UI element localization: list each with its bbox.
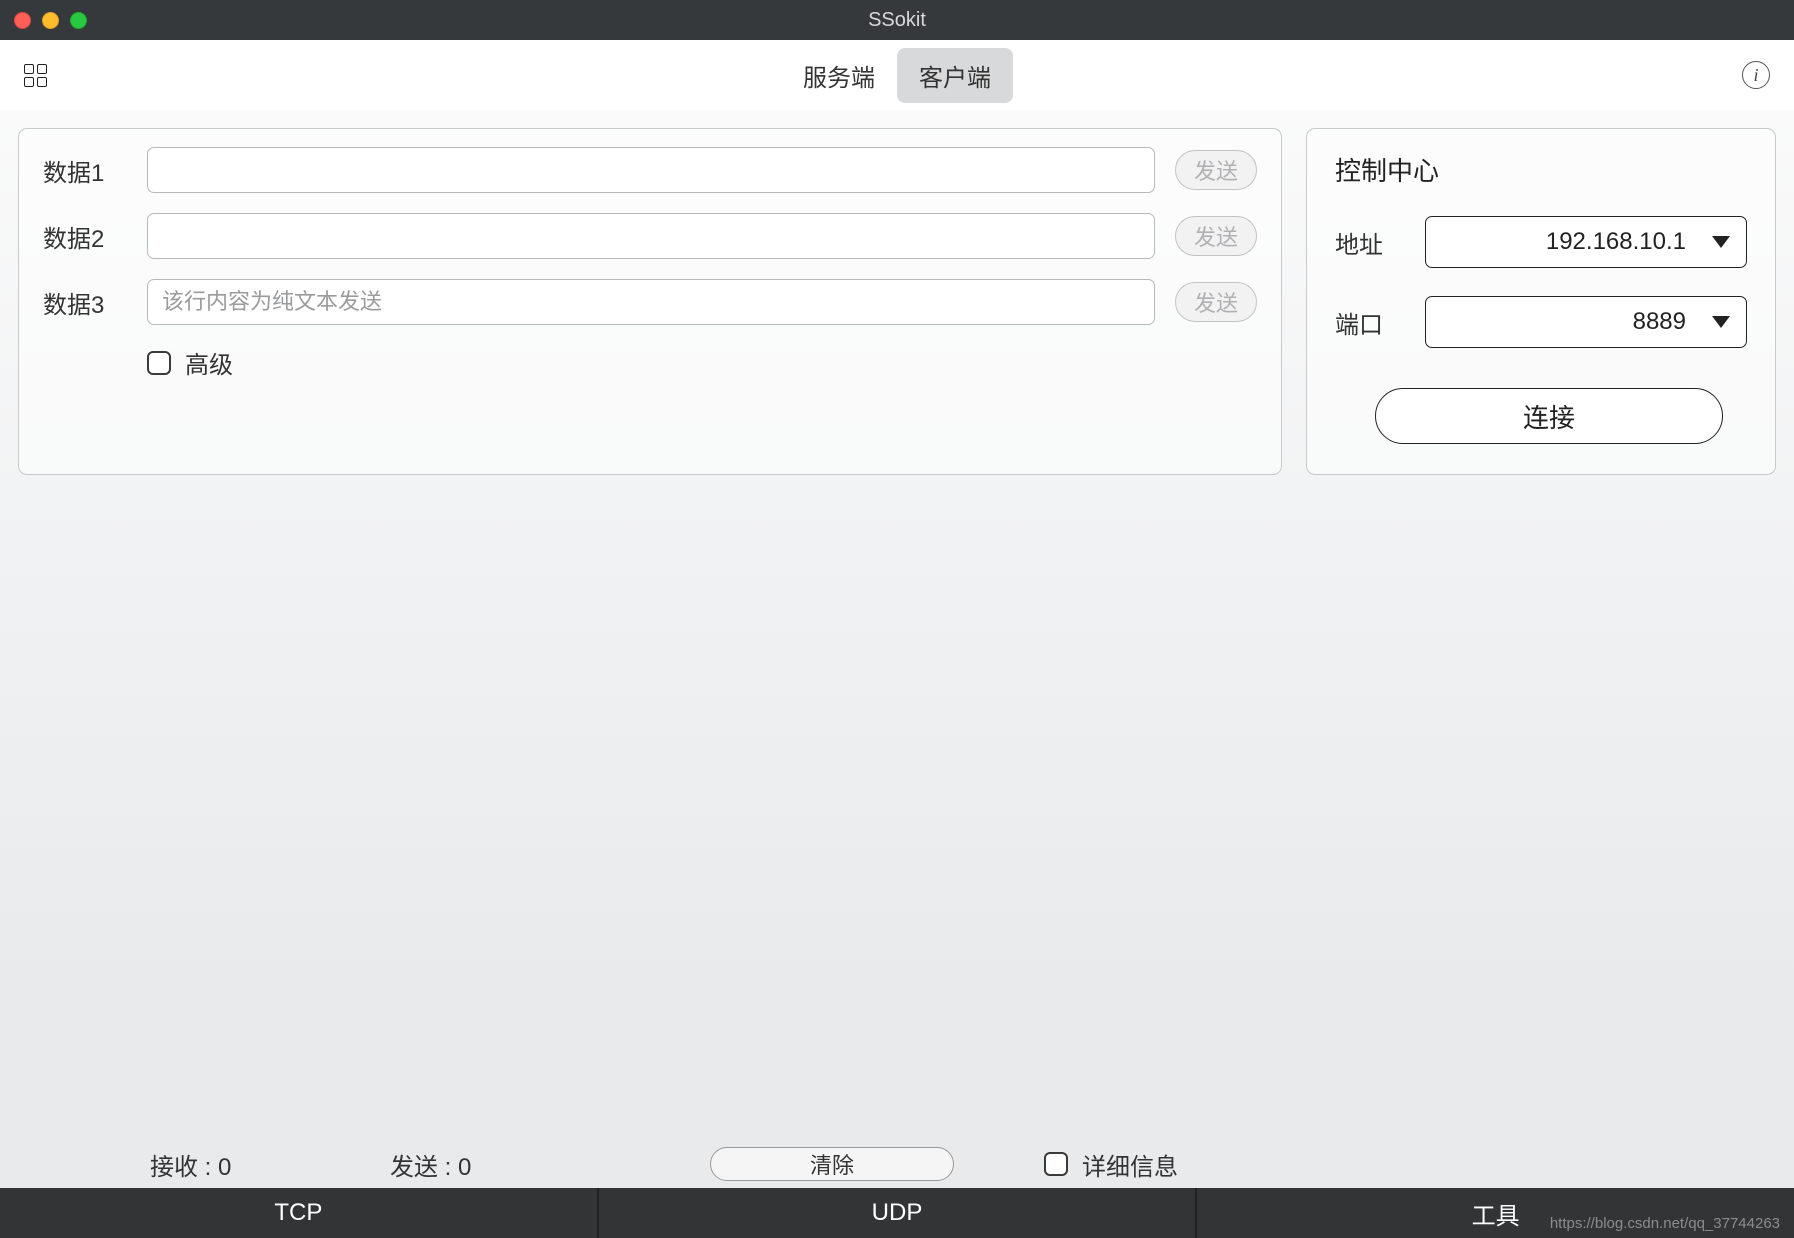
data-input-3[interactable] — [147, 279, 1155, 325]
address-label: 地址 — [1335, 225, 1395, 260]
bottom-tabs: TCP UDP 工具 https://blog.csdn.net/qq_3774… — [0, 1188, 1794, 1238]
apps-grid-icon[interactable] — [20, 60, 50, 90]
advanced-label: 高级 — [185, 345, 233, 380]
bottom-tab-tools-label: 工具 — [1472, 1196, 1520, 1231]
close-icon[interactable] — [14, 12, 31, 29]
data-input-1[interactable] — [147, 147, 1155, 193]
send-label: 发送 : — [390, 1154, 451, 1181]
address-value: 192.168.10.1 — [1446, 228, 1696, 256]
send-stat: 发送 : 0 — [390, 1147, 570, 1182]
toolbar: 服务端 客户端 i — [0, 40, 1794, 110]
status-bar: 接收 : 0 发送 : 0 清除 详细信息 — [0, 1140, 1794, 1188]
send-button-2[interactable]: 发送 — [1175, 216, 1257, 256]
maximize-icon[interactable] — [70, 12, 87, 29]
port-row: 端口 8889 — [1335, 296, 1747, 348]
port-label: 端口 — [1335, 305, 1395, 340]
address-select[interactable]: 192.168.10.1 — [1425, 216, 1747, 268]
send-button-1[interactable]: 发送 — [1175, 150, 1257, 190]
data-row-3: 数据3 发送 — [43, 279, 1257, 325]
window-title: SSokit — [868, 9, 926, 32]
chevron-down-icon — [1712, 316, 1730, 328]
clear-button[interactable]: 清除 — [710, 1147, 954, 1181]
detail-toggle: 详细信息 — [1044, 1147, 1178, 1182]
advanced-row: 高级 — [43, 345, 1257, 380]
detail-checkbox[interactable] — [1044, 1152, 1068, 1176]
port-select[interactable]: 8889 — [1425, 296, 1747, 348]
control-panel: 控制中心 地址 192.168.10.1 端口 8889 连接 — [1306, 128, 1776, 475]
advanced-checkbox[interactable] — [147, 351, 171, 375]
bottom-tab-tcp[interactable]: TCP — [0, 1188, 599, 1238]
info-icon[interactable]: i — [1742, 61, 1770, 89]
data-row-2: 数据2 发送 — [43, 213, 1257, 259]
data-input-2[interactable] — [147, 213, 1155, 259]
address-row: 地址 192.168.10.1 — [1335, 216, 1747, 268]
connect-button[interactable]: 连接 — [1375, 388, 1723, 444]
minimize-icon[interactable] — [42, 12, 59, 29]
chevron-down-icon — [1712, 236, 1730, 248]
control-title: 控制中心 — [1335, 151, 1747, 188]
recv-stat: 接收 : 0 — [150, 1147, 330, 1182]
window-controls — [14, 12, 87, 29]
port-value: 8889 — [1446, 308, 1696, 336]
tab-server[interactable]: 服务端 — [781, 48, 897, 103]
tab-client[interactable]: 客户端 — [897, 48, 1013, 103]
bottom-tab-udp[interactable]: UDP — [599, 1188, 1198, 1238]
mode-tabs: 服务端 客户端 — [781, 48, 1013, 103]
data-label-2: 数据2 — [43, 219, 127, 254]
bottom-tab-tools[interactable]: 工具 https://blog.csdn.net/qq_37744263 — [1197, 1188, 1794, 1238]
detail-label: 详细信息 — [1082, 1147, 1178, 1182]
content: 数据1 发送 数据2 发送 数据3 发送 高级 控制中心 地址 192.168.… — [0, 110, 1794, 475]
data-label-1: 数据1 — [43, 153, 127, 188]
send-button-3[interactable]: 发送 — [1175, 282, 1257, 322]
data-panel: 数据1 发送 数据2 发送 数据3 发送 高级 — [18, 128, 1282, 475]
recv-label: 接收 : — [150, 1154, 211, 1181]
recv-value: 0 — [218, 1154, 231, 1181]
send-value: 0 — [458, 1154, 471, 1181]
watermark: https://blog.csdn.net/qq_37744263 — [1550, 1215, 1780, 1232]
data-label-3: 数据3 — [43, 285, 127, 320]
titlebar: SSokit — [0, 0, 1794, 40]
data-row-1: 数据1 发送 — [43, 147, 1257, 193]
